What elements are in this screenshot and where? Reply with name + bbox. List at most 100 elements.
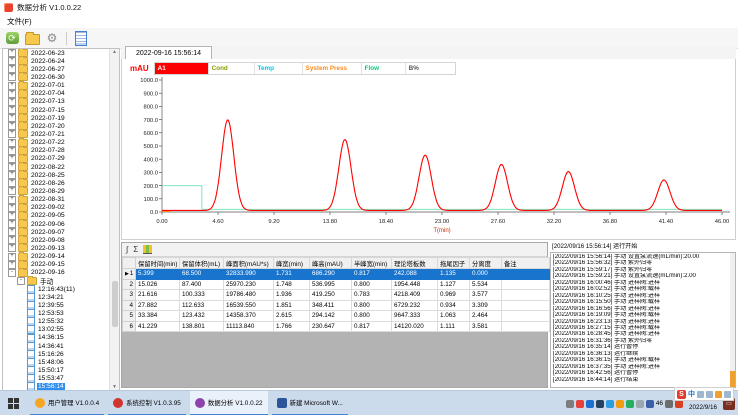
- collapse-toggle-icon[interactable]: -: [17, 277, 25, 285]
- row-number[interactable]: 3: [123, 290, 136, 301]
- tree-item-run[interactable]: 12:55:32: [3, 318, 110, 326]
- open-folder-button[interactable]: [24, 30, 40, 46]
- tree-item-run[interactable]: 14:36:41: [3, 342, 110, 350]
- row-number[interactable]: ▶1: [123, 269, 136, 280]
- expand-toggle-icon[interactable]: +: [8, 57, 16, 65]
- tray-icon[interactable]: [596, 400, 604, 408]
- expand-toggle-icon[interactable]: +: [8, 163, 16, 171]
- tree-item-subfolder[interactable]: - 手动: [3, 277, 110, 285]
- peak-table-row[interactable]: 641.229138.80111113.8401.766230.6470.817…: [123, 321, 550, 332]
- tray-badge[interactable]: 46: [656, 400, 663, 407]
- legend-channel-system-press[interactable]: System Press: [303, 63, 362, 74]
- scroll-up-icon[interactable]: ▲: [112, 49, 117, 55]
- peak-table-header[interactable]: 备注: [502, 258, 550, 269]
- expand-toggle-icon[interactable]: +: [8, 139, 16, 147]
- tree-item-date[interactable]: - 2022-09-16: [3, 269, 110, 277]
- report-button[interactable]: [73, 30, 89, 46]
- taskbar-app-button[interactable]: 系统控制 V1.0.3.95: [108, 391, 186, 415]
- peak-table-header[interactable]: 峰面积(mAU*s): [224, 258, 274, 269]
- legend-channel-temp[interactable]: Temp: [255, 63, 303, 74]
- legend-channel-flow[interactable]: Flow: [362, 63, 406, 74]
- sogou-input-icon[interactable]: S: [677, 390, 686, 399]
- peak-table-row[interactable]: 427.882112.63316539.5501.851348.4110.800…: [123, 300, 550, 311]
- expand-toggle-icon[interactable]: +: [8, 187, 16, 195]
- taskbar-app-button[interactable]: 数据分析 V1.0.0.22: [190, 391, 268, 415]
- tree-scrollbar-thumb[interactable]: [112, 281, 118, 327]
- peak-table-header[interactable]: 拖尾因子: [438, 258, 470, 269]
- tree-item-run[interactable]: 12:16:43(11): [3, 285, 110, 293]
- expand-toggle-icon[interactable]: +: [8, 212, 16, 220]
- tree-item-run[interactable]: 15:48:06: [3, 358, 110, 366]
- row-number[interactable]: 5: [123, 311, 136, 322]
- expand-toggle-icon[interactable]: +: [8, 236, 16, 244]
- menu-file[interactable]: 文件(F): [7, 16, 32, 27]
- expand-toggle-icon[interactable]: +: [8, 196, 16, 204]
- integral-icon[interactable]: ∫: [126, 245, 128, 255]
- expand-toggle-icon[interactable]: +: [8, 106, 16, 114]
- expand-toggle-icon[interactable]: +: [8, 261, 16, 269]
- sigma-icon[interactable]: Σ: [133, 245, 138, 255]
- peak-table-header[interactable]: 理论塔板数: [392, 258, 438, 269]
- row-number[interactable]: 6: [123, 321, 136, 332]
- expand-toggle-icon[interactable]: +: [8, 130, 16, 138]
- peak-table-header[interactable]: 半峰宽(min): [352, 258, 392, 269]
- expand-toggle-icon[interactable]: +: [8, 73, 16, 81]
- ime-tool-icon[interactable]: [715, 391, 722, 398]
- tray-icon[interactable]: [646, 400, 654, 408]
- peak-table-header[interactable]: 峰宽(min): [274, 258, 310, 269]
- peak-table-row[interactable]: ▶15.39968.50032833.9901.731686.2900.8172…: [123, 269, 550, 280]
- log-scrollbar[interactable]: [730, 253, 735, 387]
- tree-item-run[interactable]: 12:53:53: [3, 310, 110, 318]
- expand-toggle-icon[interactable]: +: [8, 49, 16, 57]
- tree-item-run[interactable]: 15:56:14: [3, 383, 110, 390]
- ime-language-icon[interactable]: 中: [688, 389, 695, 399]
- row-number[interactable]: 2: [123, 279, 136, 290]
- legend-channel-a1[interactable]: A1: [155, 63, 209, 74]
- tray-icon[interactable]: [665, 400, 673, 408]
- expand-toggle-icon[interactable]: +: [8, 114, 16, 122]
- tree-item-run[interactable]: 14:36:15: [3, 334, 110, 342]
- settings-button[interactable]: ⚙: [44, 30, 60, 46]
- collapse-toggle-icon[interactable]: -: [8, 269, 16, 277]
- tree-item-run[interactable]: 12:34:21: [3, 293, 110, 301]
- expand-toggle-icon[interactable]: +: [8, 155, 16, 163]
- tray-icon[interactable]: [606, 400, 614, 408]
- legend-channel-b-[interactable]: B%: [406, 63, 455, 74]
- expand-toggle-icon[interactable]: +: [8, 147, 16, 155]
- peak-table-header[interactable]: 保留时间(min): [136, 258, 180, 269]
- ime-tool-icon[interactable]: [697, 391, 704, 398]
- legend-channel-cond[interactable]: Cond: [209, 63, 255, 74]
- taskbar-app-button[interactable]: 用户管理 V1.0.0.4: [30, 391, 104, 415]
- expand-toggle-icon[interactable]: +: [8, 204, 16, 212]
- ime-tool-icon[interactable]: [706, 391, 713, 398]
- database-refresh-button[interactable]: ⟳: [4, 30, 20, 46]
- expand-toggle-icon[interactable]: +: [8, 90, 16, 98]
- taskbar-app-button[interactable]: 新建 Microsoft W...: [272, 391, 348, 415]
- row-number[interactable]: 4: [123, 300, 136, 311]
- log-scrollbar-thumb[interactable]: [730, 371, 735, 387]
- peak-table-header[interactable]: 分离度: [470, 258, 502, 269]
- tray-icon[interactable]: [576, 400, 584, 408]
- tree-item-run[interactable]: 15:50:17: [3, 366, 110, 374]
- expand-toggle-icon[interactable]: +: [8, 253, 16, 261]
- tray-icon[interactable]: [566, 400, 574, 408]
- peak-table-row[interactable]: 533.384123.43214358.3702.615294.1420.800…: [123, 311, 550, 322]
- start-button[interactable]: [0, 391, 26, 415]
- chart-icon[interactable]: [143, 245, 152, 254]
- tray-icon[interactable]: [636, 400, 644, 408]
- expand-toggle-icon[interactable]: +: [8, 179, 16, 187]
- peak-table-row[interactable]: 215.02687.40025970.2301.748536.9950.8001…: [123, 279, 550, 290]
- tray-icon[interactable]: [626, 400, 634, 408]
- expand-toggle-icon[interactable]: +: [8, 98, 16, 106]
- tray-icon[interactable]: [616, 400, 624, 408]
- peak-table-row[interactable]: 321.616100.33319786.4801.936419.2500.783…: [123, 290, 550, 301]
- tree-scrollbar[interactable]: ▲ ▼: [109, 49, 119, 390]
- tray-icon[interactable]: [586, 400, 594, 408]
- peak-table-header[interactable]: 峰高(mAU): [310, 258, 352, 269]
- expand-toggle-icon[interactable]: +: [8, 228, 16, 236]
- ime-tool-icon[interactable]: [724, 391, 731, 398]
- expand-toggle-icon[interactable]: +: [8, 122, 16, 130]
- tree-item-run[interactable]: 15:16:26: [3, 350, 110, 358]
- expand-toggle-icon[interactable]: +: [8, 244, 16, 252]
- expand-toggle-icon[interactable]: +: [8, 82, 16, 90]
